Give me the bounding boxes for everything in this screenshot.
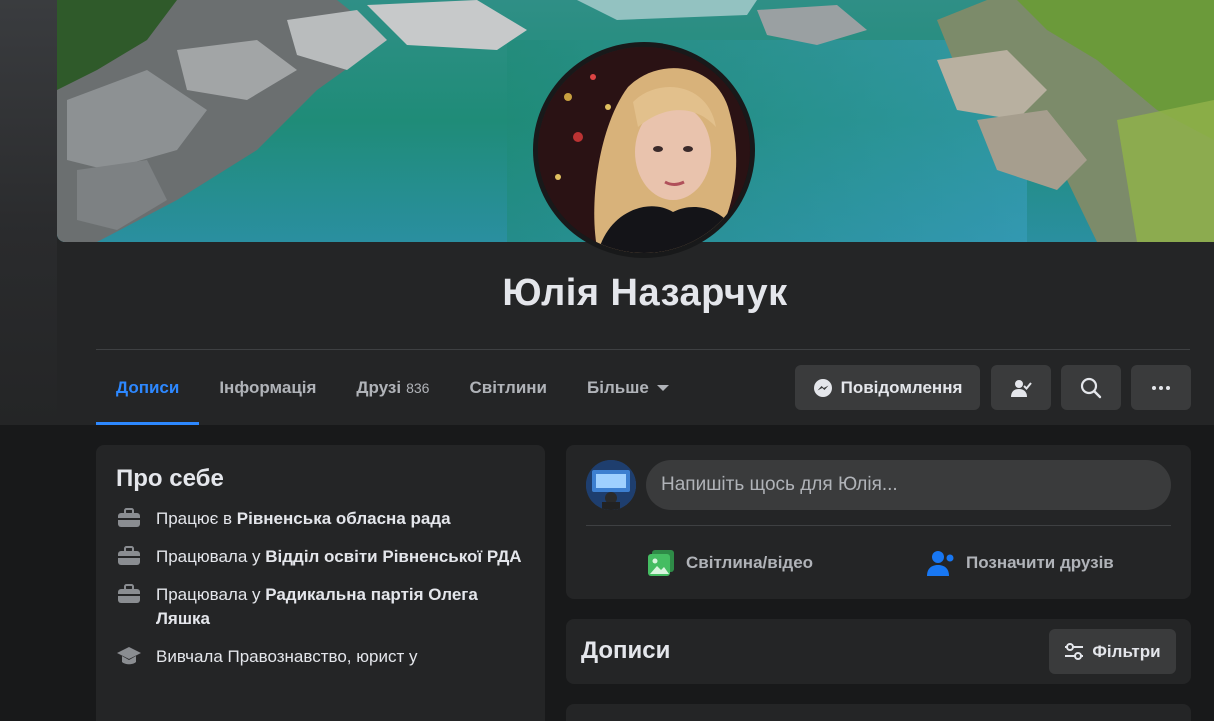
tab-friends[interactable]: Друзі 836 — [336, 350, 449, 425]
briefcase-icon — [118, 508, 140, 527]
page-edge — [0, 0, 57, 425]
tag-friends-label: Позначити друзів — [966, 552, 1114, 572]
message-button[interactable]: Повідомлення — [795, 365, 980, 410]
tab-posts-label: Дописи — [116, 377, 180, 397]
about-item-work: Працювала у Радикальна партія Олега Ляшк… — [116, 583, 525, 631]
about-item-workplace-link[interactable]: Рівненська обласна рада — [237, 509, 451, 528]
filters-label: Фільтри — [1092, 641, 1161, 661]
user-check-icon — [1011, 379, 1032, 397]
profile-tabs: Дописи Інформація Друзі 836 Світлини Біл… — [96, 350, 689, 425]
post-input-placeholder: Напишіть щось для Юлія... — [661, 474, 898, 495]
tab-about-label: Інформація — [219, 377, 317, 397]
tab-about[interactable]: Інформація — [199, 350, 336, 425]
tab-more[interactable]: Більше — [567, 350, 689, 425]
profile-name: Юлія Назарчук — [502, 272, 788, 314]
about-item-work: Працює в Рівненська обласна рада — [116, 507, 525, 531]
posts-title: Дописи — [581, 637, 671, 664]
about-item-prefix: Працює в — [156, 509, 237, 528]
message-button-label: Повідомлення — [840, 377, 963, 397]
posts-header: Дописи Фільтри — [566, 619, 1191, 684]
about-title: Про себе — [116, 465, 224, 492]
photo-video-label: Світлина/відео — [686, 552, 814, 572]
about-item-workplace-link[interactable]: Відділ освіти Рівненської РДА — [265, 547, 521, 566]
tab-posts[interactable]: Дописи — [96, 350, 200, 425]
about-item-education-text: Вивчала Правознавство, юрист у — [156, 647, 418, 666]
about-item-education: Вивчала Правознавство, юрист у — [116, 645, 525, 669]
photo-icon — [648, 549, 674, 576]
composer-divider — [586, 525, 1171, 526]
photo-video-button[interactable]: Світлина/відео — [646, 540, 813, 585]
graduation-cap-icon — [117, 647, 141, 665]
briefcase-icon — [118, 584, 140, 603]
briefcase-icon — [118, 546, 140, 565]
about-item-prefix: Працювала у — [156, 585, 266, 604]
tab-more-label: Більше — [587, 377, 649, 397]
about-item-work: Працювала у Відділ освіти Рівненської РД… — [116, 545, 525, 569]
profile-search-button[interactable] — [1061, 365, 1121, 410]
post-input[interactable]: Напишіть щось для Юлія... — [646, 460, 1171, 510]
post-composer: Напишіть щось для Юлія... Світлина/відео… — [566, 445, 1191, 599]
chevron-down-icon — [656, 384, 669, 391]
messenger-icon — [813, 378, 832, 397]
profile-avatar[interactable] — [538, 47, 750, 253]
friends-count: 836 — [406, 379, 430, 396]
filters-button[interactable]: Фільтри — [1049, 629, 1176, 674]
sliders-icon — [1065, 642, 1084, 660]
about-card: Про себе Працює в Рівненська обласна рад… — [96, 445, 545, 721]
more-options-button[interactable] — [1131, 365, 1191, 410]
post-card — [566, 704, 1191, 721]
tag-friends-icon — [927, 550, 954, 576]
friend-status-button[interactable] — [991, 365, 1051, 410]
tab-friends-label: Друзі — [356, 377, 402, 397]
tab-photos-label: Світлини — [469, 377, 547, 397]
about-item-prefix: Працювала у — [156, 547, 266, 566]
search-icon — [1080, 377, 1102, 398]
tab-photos[interactable]: Світлини — [449, 350, 567, 425]
current-user-avatar[interactable] — [586, 460, 636, 510]
tag-friends-button[interactable]: Позначити друзів — [926, 540, 1114, 585]
ellipsis-icon — [1152, 385, 1170, 390]
